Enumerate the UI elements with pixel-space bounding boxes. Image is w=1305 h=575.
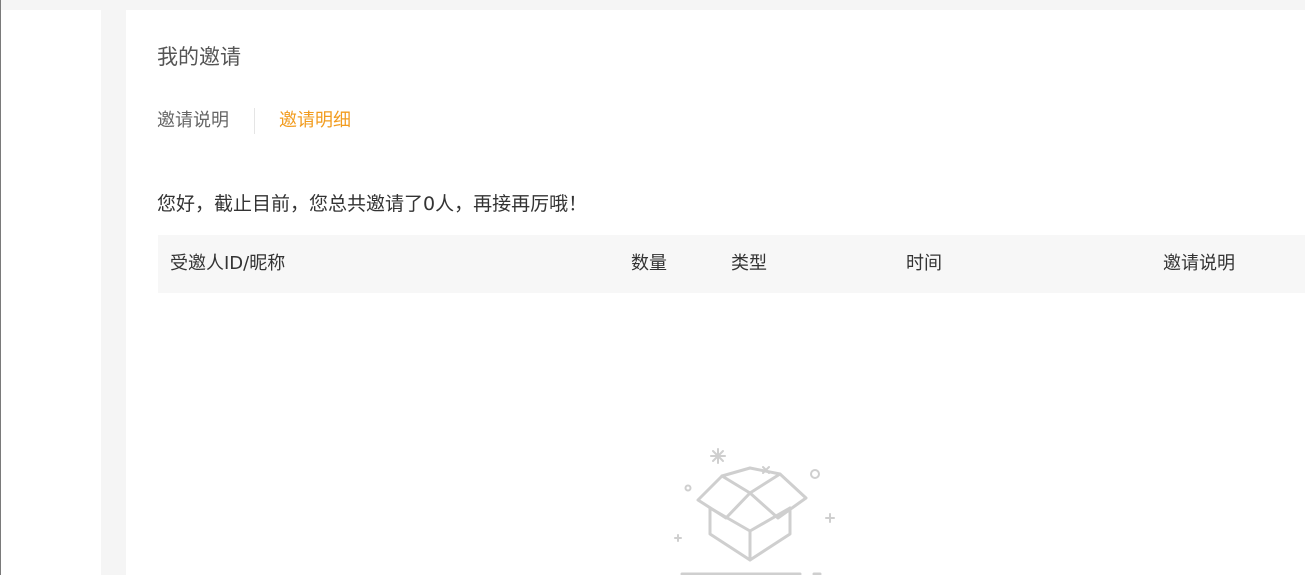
- tab-divider: [254, 108, 255, 134]
- sidebar: [1, 10, 101, 575]
- column-header-invite-note: 邀请说明: [1163, 253, 1235, 274]
- table-header: 受邀人ID/昵称 数量 类型 时间 邀请说明: [158, 235, 1305, 293]
- tab-invite-details[interactable]: 邀请明细: [279, 108, 351, 134]
- column-header-time: 时间: [906, 253, 942, 274]
- page-title: 我的邀请: [157, 45, 241, 69]
- column-header-invitee: 受邀人ID/昵称: [170, 253, 286, 274]
- tab-invite-description[interactable]: 邀请说明: [157, 108, 229, 134]
- main-panel: 我的邀请 邀请说明 邀请明细 您好，截止目前，您总共邀请了0人，再接再厉哦！ 受…: [126, 10, 1305, 575]
- empty-box-icon: [674, 448, 835, 575]
- column-header-quantity: 数量: [631, 253, 667, 274]
- column-header-type: 类型: [731, 253, 767, 274]
- tab-bar: 邀请说明 邀请明细: [157, 108, 351, 134]
- invite-summary: 您好，截止目前，您总共邀请了0人，再接再厉哦！: [157, 193, 588, 215]
